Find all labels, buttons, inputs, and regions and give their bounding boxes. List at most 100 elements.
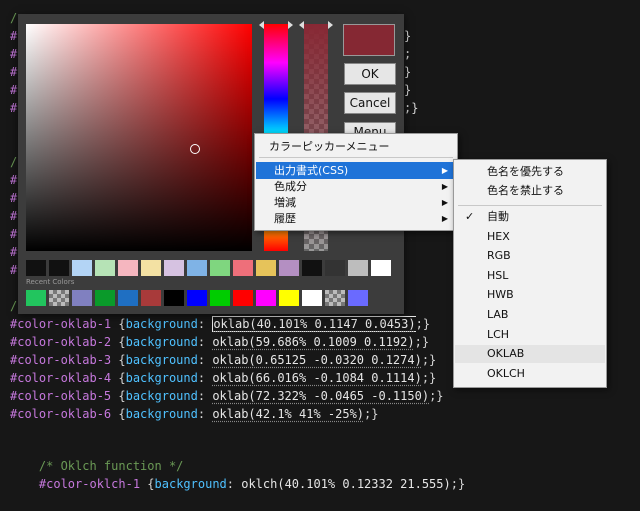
palette-swatch[interactable] (118, 260, 138, 276)
recent-color-swatch[interactable] (164, 290, 184, 306)
css-property: background (125, 389, 198, 403)
recent-color-swatch[interactable] (348, 290, 368, 306)
color-preview (343, 24, 395, 56)
check-icon: ✓ (465, 210, 475, 223)
brace: { (111, 317, 126, 331)
format-option-oklch[interactable]: OKLCH (455, 365, 605, 383)
ok-button[interactable]: OK (344, 63, 396, 85)
hidden-line-start: # (10, 263, 18, 277)
brace: ;} (421, 353, 437, 367)
brace: ;} (414, 335, 430, 349)
context-menu-item[interactable]: 出力書式(CSS) ▶ (256, 162, 454, 179)
hidden-line-start: # (10, 173, 18, 187)
color-name-option[interactable]: 色名を優先する (455, 163, 605, 181)
format-option-lch[interactable]: LCH (455, 326, 605, 344)
css-value: oklab(72.322% -0.0465 -0.1150) (212, 389, 430, 403)
palette-swatch[interactable] (164, 260, 184, 276)
recent-color-swatch[interactable] (118, 290, 138, 306)
recent-color-swatch[interactable] (187, 290, 207, 306)
hue-marker-right-icon (288, 21, 293, 29)
palette-swatch[interactable] (187, 260, 207, 276)
css-selector: #color-oklab-6 (10, 407, 112, 421)
css-property: background (125, 407, 198, 421)
palette-swatch[interactable] (141, 260, 161, 276)
palette-swatch[interactable] (348, 260, 368, 276)
palette-swatch[interactable] (72, 260, 92, 276)
recent-color-swatch[interactable] (279, 290, 299, 306)
css-selector: #color-oklab-3 (10, 353, 112, 367)
recent-color-swatch[interactable] (256, 290, 276, 306)
brace: ;} (415, 317, 431, 331)
sv-cursor[interactable] (190, 144, 200, 154)
submenu-arrow-icon: ▶ (441, 166, 448, 175)
color-name-option[interactable]: 色名を禁止する (455, 182, 605, 200)
format-option-自動[interactable]: ✓ 自動 (455, 208, 605, 226)
menu-item-label: 出力書式(CSS) (274, 164, 349, 177)
alpha-marker-right-icon (328, 21, 333, 29)
menu-item-label: 色成分 (274, 180, 307, 193)
context-menu-title: カラーピッカーメニュー (269, 140, 390, 153)
hidden-line-start: # (10, 47, 18, 61)
cancel-button[interactable]: Cancel (344, 92, 396, 114)
css-value: oklab(40.101% 0.1147 0.0453) (212, 316, 416, 332)
palette-swatch[interactable] (49, 260, 69, 276)
recent-color-swatch[interactable] (26, 290, 46, 306)
submenu-separator (458, 205, 602, 206)
hidden-line-start: # (10, 83, 18, 97)
color-picker-context-menu: カラーピッカーメニュー 出力書式(CSS) ▶ 色成分 ▶ 増減 ▶ 履歴 ▶ (254, 133, 458, 231)
format-option-hwb[interactable]: HWB (455, 286, 605, 304)
recent-color-swatch[interactable] (49, 290, 69, 306)
recent-color-swatch[interactable] (233, 290, 253, 306)
css-property: background (125, 353, 198, 367)
format-label: HEX (487, 229, 510, 243)
format-label: OKLAB (487, 347, 525, 361)
palette-swatch[interactable] (233, 260, 253, 276)
format-option-rgb[interactable]: RGB (455, 247, 605, 265)
palette-swatch[interactable] (325, 260, 345, 276)
format-label: HSL (487, 268, 509, 282)
css-selector: #color-oklab-4 (10, 371, 112, 385)
context-menu-item[interactable]: 増減 ▶ (256, 194, 454, 211)
colon: : (197, 389, 213, 403)
format-label: LAB (487, 308, 509, 321)
palette-swatch[interactable] (302, 260, 322, 276)
palette-swatch[interactable] (256, 260, 276, 276)
code-line-oklab-3: #color-oklab-3 {background: oklab(0.6512… (10, 351, 436, 369)
css-value: oklab(0.65125 -0.0320 0.1274) (212, 353, 422, 367)
submenu-arrow-icon: ▶ (441, 182, 448, 191)
code-line-oklab-1: #color-oklab-1 {background: oklab(40.101… (10, 315, 430, 333)
format-option-hsl[interactable]: HSL (455, 267, 605, 285)
hidden-line-end: ;} (404, 101, 419, 115)
recent-color-swatch[interactable] (141, 290, 161, 306)
css-value: oklab(59.686% 0.1009 0.1192) (212, 335, 415, 349)
palette-swatch[interactable] (26, 260, 46, 276)
recent-color-swatch[interactable] (325, 290, 345, 306)
code-line-oklch-1: #color-oklch-1 {background: oklch(40.101… (38, 477, 466, 491)
submenu-arrow-icon: ▶ (441, 214, 448, 223)
alpha-marker-left-icon (299, 21, 304, 29)
recent-color-swatch[interactable] (95, 290, 115, 306)
hidden-line-start: / (10, 11, 18, 25)
hidden-line-start: / (10, 299, 18, 313)
brace: { (111, 353, 126, 367)
brace: ;} (364, 407, 379, 421)
brace: { (111, 371, 126, 385)
recent-color-swatch[interactable] (302, 290, 322, 306)
css-property: background (125, 335, 198, 349)
palette-swatch[interactable] (210, 260, 230, 276)
saturation-value-area[interactable] (26, 24, 252, 251)
format-option-hex[interactable]: HEX (455, 228, 605, 246)
css-property: background (125, 317, 198, 331)
palette-swatch[interactable] (95, 260, 115, 276)
palette-swatch[interactable] (279, 260, 299, 276)
recent-color-swatch[interactable] (210, 290, 230, 306)
format-option-oklab[interactable]: OKLAB (455, 345, 605, 364)
palette-swatch[interactable] (371, 260, 391, 276)
css-value: oklab(66.016% -0.1084 0.1114) (212, 371, 422, 385)
format-label: OKLCH (487, 366, 525, 380)
recent-color-swatch[interactable] (72, 290, 92, 306)
hidden-line-start: # (10, 227, 18, 241)
context-menu-item[interactable]: 履歴 ▶ (256, 210, 454, 227)
context-menu-item[interactable]: 色成分 ▶ (256, 178, 454, 195)
format-option-lab[interactable]: LAB (455, 306, 605, 324)
